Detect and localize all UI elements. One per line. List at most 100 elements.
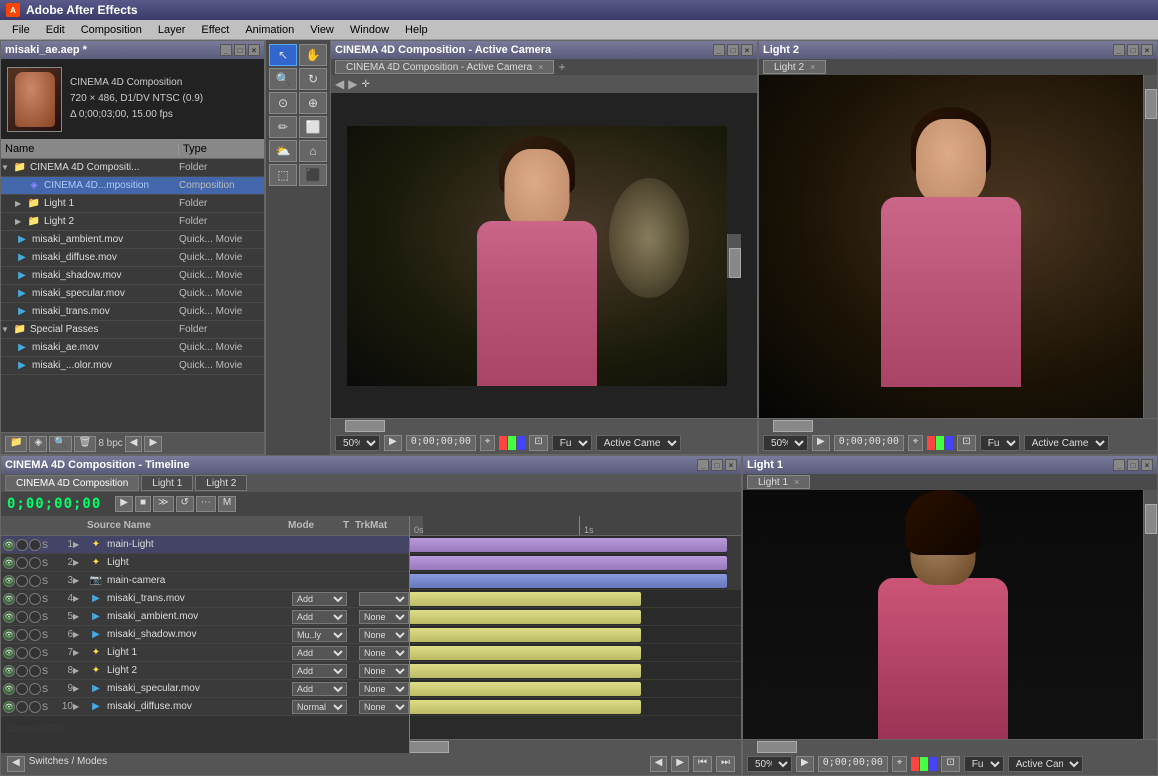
tl-layer-row-6[interactable]: 👁 S 6 ▶ ▶ misaki_shadow.mov Mu..ly None	[1, 626, 409, 644]
light2-scroll-thumb[interactable]	[1145, 89, 1157, 119]
lock-btn-4[interactable]	[29, 593, 41, 605]
tl-expand-4[interactable]: ▶	[73, 594, 85, 603]
comp-viewer-minimize-btn[interactable]: _	[713, 44, 725, 56]
lock-btn-2[interactable]	[29, 557, 41, 569]
comp-quality-select[interactable]: Full	[552, 435, 592, 451]
audio-btn-8[interactable]	[16, 665, 28, 677]
tl-mode-select-7[interactable]: Add	[292, 646, 347, 660]
file-row-0[interactable]: ▼ 📁 CINEMA 4D Compositi... Folder	[1, 159, 264, 177]
tl-trkmat-select-7[interactable]: None	[359, 646, 409, 660]
lock-btn-8[interactable]	[29, 665, 41, 677]
tl-layer-row-7[interactable]: 👁 S 7 ▶ ✦ Light 1 Add None	[1, 644, 409, 662]
tl-stop-btn[interactable]: ■	[135, 496, 151, 512]
camera-orbit-btn[interactable]: ⊙	[269, 92, 297, 114]
tl-nav-back-btn[interactable]: ◀	[650, 756, 668, 772]
lock-btn-5[interactable]	[29, 611, 41, 623]
light2-scrollbar-v[interactable]	[1143, 75, 1157, 418]
solo-btn-4[interactable]: S	[42, 594, 48, 604]
toolbar-delete-btn[interactable]: 🗑	[74, 436, 97, 452]
lock-btn-10[interactable]	[29, 701, 41, 713]
menu-composition[interactable]: Composition	[73, 22, 150, 38]
tl-expand-1[interactable]: ▶	[73, 540, 85, 549]
tl-layer-row-3[interactable]: 👁 S 3 ▶ 📷 main-camera	[1, 572, 409, 590]
file-row-9[interactable]: ▼ 📁 Special Passes Folder	[1, 321, 264, 339]
comp-camera-select[interactable]: Active Camera	[596, 435, 681, 451]
tl-expand-9[interactable]: ▶	[73, 684, 85, 693]
file-row-11[interactable]: ▶ misaki_...olor.mov Quick... Movie	[1, 357, 264, 375]
light2-playback-btn[interactable]: ▶	[812, 435, 830, 451]
light1-zoom-select[interactable]: 50%	[747, 756, 792, 772]
tl-layer-row-8[interactable]: 👁 S 8 ▶ ✦ Light 2 Add None	[1, 662, 409, 680]
tl-trkmat-select-5[interactable]: None	[359, 610, 409, 624]
solo-btn-10[interactable]: S	[42, 702, 48, 712]
audio-btn-7[interactable]	[16, 647, 28, 659]
tl-layer-row-9[interactable]: 👁 S 9 ▶ ▶ misaki_specular.mov Add None	[1, 680, 409, 698]
solo-btn-9[interactable]: S	[42, 684, 48, 694]
solo-btn-2[interactable]: S	[42, 558, 48, 568]
audio-btn-3[interactable]	[16, 575, 28, 587]
comp-viewer-maximize-btn[interactable]: □	[727, 44, 739, 56]
green-channel[interactable]	[508, 436, 516, 450]
solo-btn-3[interactable]: S	[42, 576, 48, 586]
tl-trkmat-select-8[interactable]: None	[359, 664, 409, 678]
eye-btn-6[interactable]: 👁	[3, 629, 15, 641]
eraser-tool-btn[interactable]: ⬚	[269, 164, 297, 186]
tl-loop-btn[interactable]: ↺	[176, 496, 194, 512]
eye-btn-4[interactable]: 👁	[3, 593, 15, 605]
light2-maximize-btn[interactable]: □	[1127, 44, 1139, 56]
tl-expand-2[interactable]: ▶	[73, 558, 85, 567]
select-tool-btn[interactable]: ↖	[269, 44, 297, 66]
tl-scrollbar-h[interactable]	[409, 739, 741, 753]
audio-btn-2[interactable]	[16, 557, 28, 569]
timeline-maximize-btn[interactable]: □	[711, 459, 723, 471]
comp-timecode-btn[interactable]: 0;00;00;00	[406, 435, 476, 451]
solo-btn-8[interactable]: S	[42, 666, 48, 676]
tl-trkmat-select-6[interactable]: None	[359, 628, 409, 642]
comp-viewer-scrollbar-h[interactable]	[331, 418, 757, 432]
lock-btn-9[interactable]	[29, 683, 41, 695]
file-row-8[interactable]: ▶ misaki_trans.mov Quick... Movie	[1, 303, 264, 321]
tl-audiowaves-btn[interactable]: ⋯	[196, 496, 216, 512]
light1-minimize-btn[interactable]: _	[1113, 459, 1125, 471]
tl-expand-5[interactable]: ▶	[73, 612, 85, 621]
menu-window[interactable]: Window	[342, 22, 397, 38]
menu-help[interactable]: Help	[397, 22, 436, 38]
project-minimize-btn[interactable]: _	[220, 44, 232, 56]
eye-btn-10[interactable]: 👁	[3, 701, 15, 713]
add-tab-btn[interactable]: +	[558, 60, 565, 74]
project-maximize-btn[interactable]: □	[234, 44, 246, 56]
light1-scroll-thumb-h[interactable]	[757, 741, 797, 753]
red-channel[interactable]	[499, 436, 507, 450]
file-row-3[interactable]: ▶ 📁 Light 2 Folder	[1, 213, 264, 231]
comp-viewer-scroll-thumb-h[interactable]	[345, 420, 385, 432]
tl-track-rows[interactable]	[409, 536, 741, 739]
light2-quality-select[interactable]: Full	[980, 435, 1020, 451]
pen-tool-btn[interactable]: ✏	[269, 116, 297, 138]
light1-blue-channel[interactable]	[929, 757, 937, 771]
project-close-btn[interactable]: ×	[248, 44, 260, 56]
tl-layer-row-5[interactable]: 👁 S 5 ▶ ▶ misaki_ambient.mov Add None	[1, 608, 409, 626]
tl-expand-8[interactable]: ▶	[73, 666, 85, 675]
solo-btn-5[interactable]: S	[42, 612, 48, 622]
audio-btn-10[interactable]	[16, 701, 28, 713]
toolbar-new-folder-btn[interactable]: 📁	[5, 436, 27, 452]
light1-red-channel[interactable]	[911, 757, 919, 771]
light2-zoom-select[interactable]: 50%	[763, 435, 808, 451]
audio-btn-9[interactable]	[16, 683, 28, 695]
menu-layer[interactable]: Layer	[150, 22, 194, 38]
tl-expand-7[interactable]: ▶	[73, 648, 85, 657]
close-tab-icon[interactable]: ×	[538, 62, 543, 72]
tl-mode-select-9[interactable]: Add	[292, 682, 347, 696]
tl-layer-row-4[interactable]: 👁 S 4 ▶ ▶ misaki_trans.mov Add	[1, 590, 409, 608]
mask-tool-btn[interactable]: ⬜	[299, 116, 327, 138]
audio-btn-1[interactable]	[16, 539, 28, 551]
tl-expand-3[interactable]: ▶	[73, 576, 85, 585]
lock-btn-6[interactable]	[29, 629, 41, 641]
comp-region-btn[interactable]: ⊡	[529, 435, 547, 451]
lock-btn-1[interactable]	[29, 539, 41, 551]
tl-mode-select-4[interactable]: Add	[292, 592, 347, 606]
tl-mode-select-5[interactable]: Add	[292, 610, 347, 624]
comp-viewer-tab[interactable]: CINEMA 4D Composition - Active Camera ×	[335, 60, 554, 74]
tl-switches-btn[interactable]: ◀	[7, 756, 25, 772]
solo-btn-6[interactable]: S	[42, 630, 48, 640]
